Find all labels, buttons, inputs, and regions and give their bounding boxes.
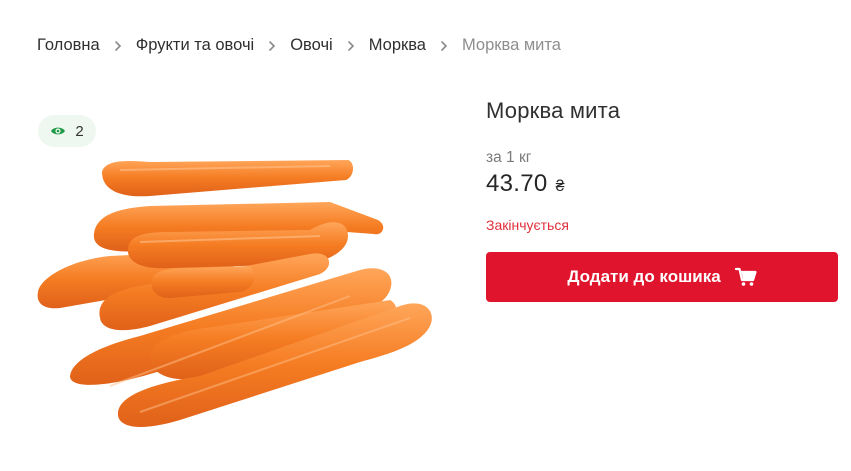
chevron-right-icon (265, 39, 279, 53)
chevron-right-icon (111, 39, 125, 53)
chevron-right-icon (344, 39, 358, 53)
product-image (30, 150, 440, 440)
breadcrumb-item-fruits-vegetables[interactable]: Фрукти та овочі (136, 36, 255, 55)
product-title: Морква мита (486, 98, 621, 123)
price-row: 43.70 ₴ (486, 170, 838, 198)
breadcrumb-item-vegetables[interactable]: Овочі (290, 36, 333, 55)
price-unit: за 1 кг (486, 149, 532, 166)
breadcrumb-item-carrot[interactable]: Морква (369, 36, 426, 55)
breadcrumb: Головна Фрукти та овочі Овочі Морква Мор… (37, 36, 561, 55)
add-to-cart-label: Додати до кошика (567, 267, 721, 286)
product-info: Морква мита за 1 кг 43.70 ₴ Закінчується… (486, 98, 838, 302)
add-to-cart-button[interactable]: Додати до кошика (486, 252, 838, 302)
breadcrumb-current: Морква мита (461, 36, 561, 54)
eye-icon (50, 125, 66, 137)
chevron-right-icon (437, 39, 451, 53)
currency-symbol: ₴ (555, 178, 565, 195)
price-value: 43.70 (486, 170, 548, 197)
breadcrumb-item-home[interactable]: Головна (37, 36, 100, 55)
views-badge: 2 (38, 115, 96, 147)
stock-status: Закінчується (486, 217, 569, 233)
views-count: 2 (75, 122, 84, 140)
cart-icon (734, 267, 757, 287)
